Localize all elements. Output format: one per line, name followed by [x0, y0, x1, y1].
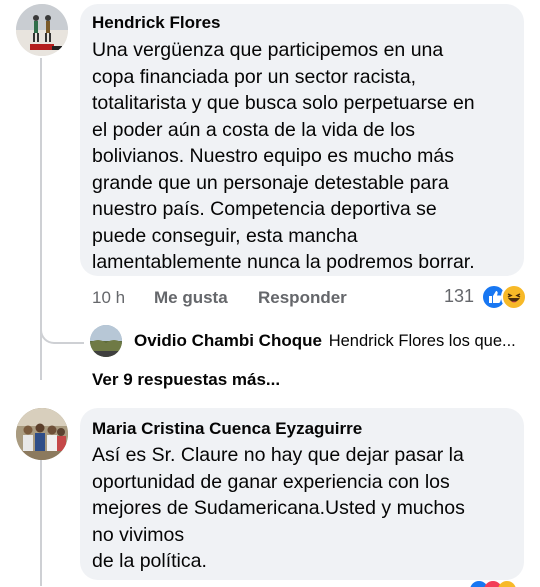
- reaction-count[interactable]: 131: [444, 286, 474, 307]
- text-line: de la política.: [92, 550, 207, 572]
- more-replies-link[interactable]: Ver 9 respuestas más...: [92, 370, 280, 390]
- avatar-maria-cristina[interactable]: [16, 408, 68, 460]
- reply-author[interactable]: Ovidio Chambi Choque: [134, 331, 322, 350]
- text-line: copa financiada por un sector racista,: [92, 65, 417, 88]
- text-line: el poder aún a costa de la vida de los: [92, 118, 416, 141]
- profile-photo-group-icon: [16, 408, 68, 460]
- thread-line-second: [40, 460, 42, 586]
- comment-bubble-maria: Maria Cristina Cuenca Eyzaguirre Así es …: [80, 408, 524, 580]
- like-button[interactable]: Me gusta: [154, 288, 228, 308]
- profile-photo-landscape-icon: [90, 325, 122, 357]
- text-line: Así es Sr. Claure no hay que dejar pasar…: [92, 444, 464, 466]
- avatar-hendrick-flores[interactable]: [16, 4, 68, 56]
- text-line: lamentablemente nunca la podremos borrar…: [92, 251, 475, 273]
- text-line: oportunidad de ganar experiencia con los: [92, 470, 450, 493]
- comment-timestamp[interactable]: 10 h: [92, 288, 125, 308]
- comment-text: Una vergüenza que participemos en una co…: [92, 37, 522, 276]
- text-line: nuestro país. Competencia deportiva se: [92, 198, 437, 220]
- comment-bubble-hendrick: Hendrick Flores Una vergüenza que partic…: [80, 4, 524, 276]
- text-line: Una vergüenza que participemos en una: [92, 39, 444, 61]
- text-line: mejores de Sudamericana.Usted y muchos: [92, 497, 465, 519]
- haha-reaction-icon: [501, 284, 527, 310]
- text-line: grande que un personaje detestable para: [92, 171, 449, 194]
- thread-line-branch: [40, 318, 84, 344]
- partial-reaction-icons: [470, 581, 530, 587]
- reply-button[interactable]: Responder: [258, 288, 347, 308]
- comment-author[interactable]: Hendrick Flores: [92, 13, 221, 33]
- profile-photo-runners-icon: [16, 4, 68, 56]
- text-line: bolivianos. Nuestro equipo es mucho más: [92, 145, 455, 167]
- comment-text: Así es Sr. Claure no hay que dejar pasar…: [92, 442, 522, 575]
- reply-preview[interactable]: Ovidio Chambi Choque Hendrick Flores los…: [134, 331, 516, 351]
- text-line: totalitarista y que busca solo perpetuar…: [92, 92, 475, 114]
- text-line: puede conseguir, esta mancha: [92, 224, 358, 247]
- avatar-ovidio-chambi[interactable]: [90, 325, 122, 357]
- text-line: no vivimos: [92, 523, 185, 546]
- comment-author[interactable]: Maria Cristina Cuenca Eyzaguirre: [92, 419, 362, 439]
- reply-snippet: Hendrick Flores los que...: [328, 332, 516, 350]
